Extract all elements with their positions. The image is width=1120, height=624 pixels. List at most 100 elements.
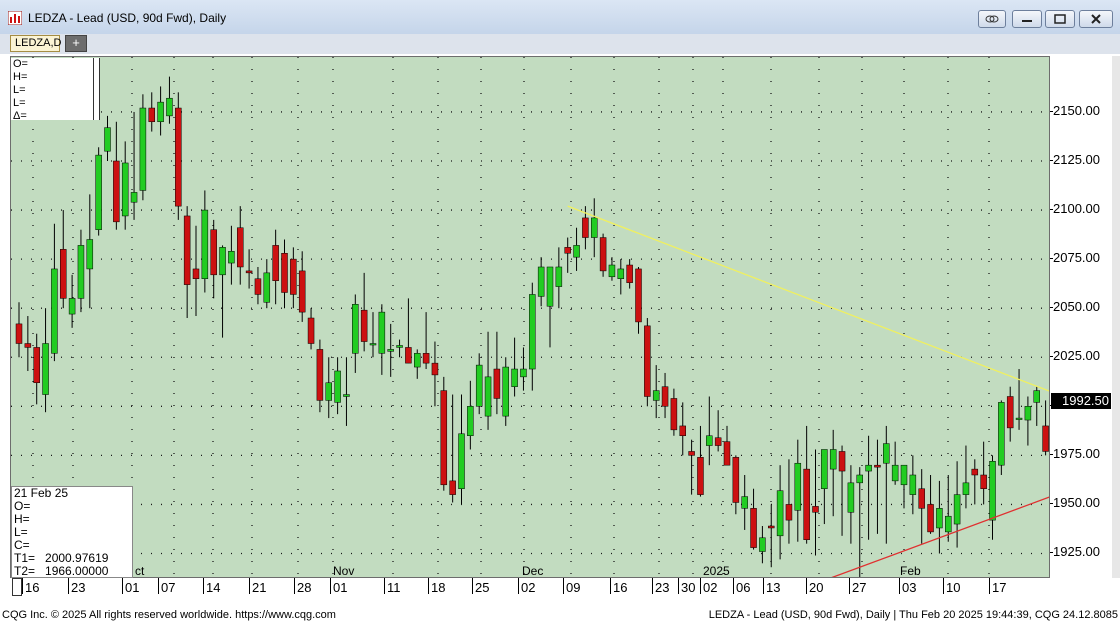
candle-up: [467, 406, 474, 436]
candle-up: [325, 382, 332, 401]
candle-up: [1015, 417, 1023, 420]
date-tick-label: 03: [902, 580, 917, 595]
candle-up: [591, 217, 598, 238]
price-tick-mark: [1050, 356, 1053, 358]
last-price-label: 1992.50: [1051, 393, 1111, 409]
candle-down: [422, 353, 430, 364]
date-tick-label: 01: [333, 580, 348, 595]
candle-up: [741, 496, 748, 509]
candle-up: [529, 294, 536, 370]
candle-down: [918, 488, 925, 509]
candle-up: [263, 272, 271, 303]
candle-down: [670, 398, 678, 431]
time-scroll-handle[interactable]: [12, 578, 22, 596]
date-tick-mark: [678, 578, 679, 594]
restore-icon[interactable]: [1045, 10, 1075, 28]
price-tick-label: 2150.00: [1053, 102, 1100, 118]
date-tick-mark: [384, 578, 385, 594]
month-label: Nov: [333, 564, 355, 578]
candle-up: [537, 266, 545, 297]
cursor-high: H=: [14, 512, 30, 526]
candle-up: [652, 390, 660, 401]
candle-up: [68, 298, 76, 315]
candle-down: [175, 107, 182, 207]
candle-down: [723, 441, 731, 466]
date-tick-mark: [989, 578, 990, 594]
candle-down: [272, 245, 279, 281]
price-tick-label: 1975.00: [1053, 446, 1100, 462]
date-tick-mark: [22, 578, 23, 594]
candle-up: [865, 464, 872, 472]
candle-up: [396, 345, 403, 348]
candle-down: [113, 160, 120, 223]
date-tick-label: 21: [252, 580, 267, 595]
candle-up: [945, 515, 952, 533]
candle-up: [1033, 390, 1040, 403]
date-tick-label: 11: [387, 580, 401, 595]
date-tick-label: 18: [431, 580, 446, 595]
date-tick-mark: [943, 578, 944, 594]
candle-up: [883, 443, 890, 464]
date-tick-label: 16: [613, 580, 628, 595]
date-tick-mark: [472, 578, 473, 594]
candle-up: [42, 343, 49, 395]
status-bar: CQG Inc. © 2025 All rights reserved worl…: [0, 608, 1120, 624]
date-tick-mark: [610, 578, 611, 594]
tab-ledza-daily[interactable]: LEDZA,D: [10, 35, 61, 52]
candle-up: [759, 537, 766, 552]
candle-down: [192, 268, 200, 280]
candle-up: [520, 368, 527, 378]
month-label: Feb: [900, 564, 921, 578]
candle-down: [254, 278, 262, 295]
candle-up: [856, 474, 863, 484]
candle-up: [1024, 406, 1032, 421]
trendline-t2-value: T2= 1966.00000: [14, 564, 109, 578]
candle-down: [635, 268, 642, 323]
ohlc-low: L=: [13, 84, 26, 96]
candle-down: [33, 347, 40, 384]
date-tick-label: 30: [681, 580, 696, 595]
date-tick-mark: [563, 578, 564, 594]
close-icon[interactable]: [1079, 10, 1113, 28]
candle-up: [458, 433, 465, 489]
price-tick-mark: [1050, 503, 1053, 505]
link-icon[interactable]: [978, 10, 1006, 28]
candle-down: [405, 347, 412, 364]
candle-down: [732, 457, 740, 503]
price-chart[interactable]: [10, 56, 1050, 578]
candlestick-chart: [11, 57, 1049, 577]
copyright-text: CQG Inc. © 2025 All rights reserved worl…: [2, 609, 336, 621]
add-tab-button[interactable]: +: [65, 35, 87, 52]
candle-down: [980, 474, 987, 489]
candle-down: [316, 349, 324, 401]
candle-down: [679, 425, 686, 436]
price-tick-label: 2050.00: [1053, 299, 1100, 315]
candle-up: [121, 162, 129, 217]
candle-down: [564, 247, 571, 254]
month-label: Dec: [522, 564, 544, 578]
candle-up: [166, 97, 173, 117]
candle-up: [573, 245, 580, 258]
candle-down: [812, 506, 819, 513]
candle-down: [298, 270, 306, 313]
date-tick-mark: [122, 578, 123, 594]
date-tick-mark: [330, 578, 331, 594]
candle-up: [228, 251, 235, 264]
candle-up: [157, 101, 164, 123]
price-tick-label: 1925.00: [1053, 544, 1100, 560]
date-tick-label: 17: [992, 580, 1007, 595]
candle-down: [874, 464, 881, 468]
candle-up: [95, 154, 102, 230]
candle-down: [24, 343, 32, 348]
ohlc-panel-scrollbar[interactable]: [93, 58, 100, 120]
candle-down: [697, 457, 704, 495]
date-tick-label: 28: [297, 580, 312, 595]
candle-down: [431, 362, 439, 376]
candle-down: [803, 468, 810, 541]
vertical-scrollbar[interactable]: [1112, 56, 1120, 578]
price-tick-mark: [1050, 209, 1053, 211]
date-tick-mark: [700, 578, 701, 594]
candle-up: [201, 209, 209, 280]
minimize-icon[interactable]: [1012, 10, 1042, 28]
price-tick-label: 2125.00: [1053, 152, 1100, 167]
